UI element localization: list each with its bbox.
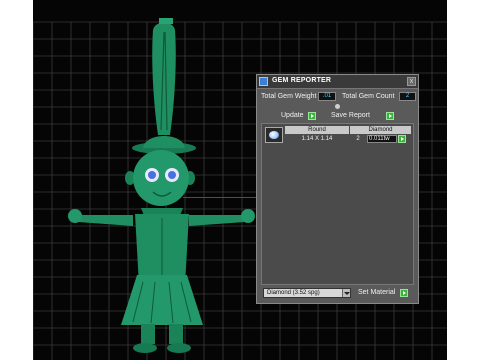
total-count-label: Total Gem Count bbox=[342, 93, 395, 100]
diamond-thumbnail-icon bbox=[265, 127, 283, 143]
total-weight-value: .01 bbox=[318, 92, 336, 101]
close-button[interactable]: x bbox=[407, 77, 416, 86]
set-material-label[interactable]: Set Material bbox=[358, 289, 395, 296]
total-count-value: 2 bbox=[399, 92, 416, 101]
gem-weight: 0.011tw bbox=[367, 135, 397, 143]
chevron-down-icon[interactable] bbox=[342, 289, 350, 297]
update-label[interactable]: Update bbox=[281, 112, 304, 119]
gem-reporter-panel: GEM REPORTER x Total Gem Weight .01 Tota… bbox=[256, 74, 419, 304]
type-header: Diamond bbox=[350, 126, 411, 134]
material-select[interactable]: Diamond (3.52 spg) bbox=[263, 288, 351, 298]
set-material-go-button[interactable] bbox=[400, 289, 408, 297]
shape-header: Round bbox=[285, 126, 349, 134]
gem-list-row[interactable]: Round Diamond 1.14 X 1.14 2 0.011tw bbox=[264, 126, 411, 144]
row-go-button[interactable] bbox=[398, 135, 406, 143]
total-weight-label: Total Gem Weight bbox=[261, 93, 317, 100]
save-report-label[interactable]: Save Report bbox=[331, 112, 370, 119]
gem-count: 2 bbox=[356, 136, 360, 142]
material-select-value: Diamond (3.52 spg) bbox=[267, 290, 320, 296]
gem-results-list[interactable]: Round Diamond 1.14 X 1.14 2 0.011tw bbox=[261, 123, 414, 285]
panel-titlebar[interactable]: GEM REPORTER x bbox=[257, 75, 418, 89]
update-go-button[interactable] bbox=[308, 112, 316, 120]
resize-handle[interactable] bbox=[335, 104, 340, 109]
panel-title: GEM REPORTER bbox=[272, 77, 332, 84]
gem-size: 1.14 X 1.14 bbox=[301, 136, 333, 142]
save-report-go-button[interactable] bbox=[386, 112, 394, 120]
gem-reporter-icon bbox=[259, 77, 268, 86]
